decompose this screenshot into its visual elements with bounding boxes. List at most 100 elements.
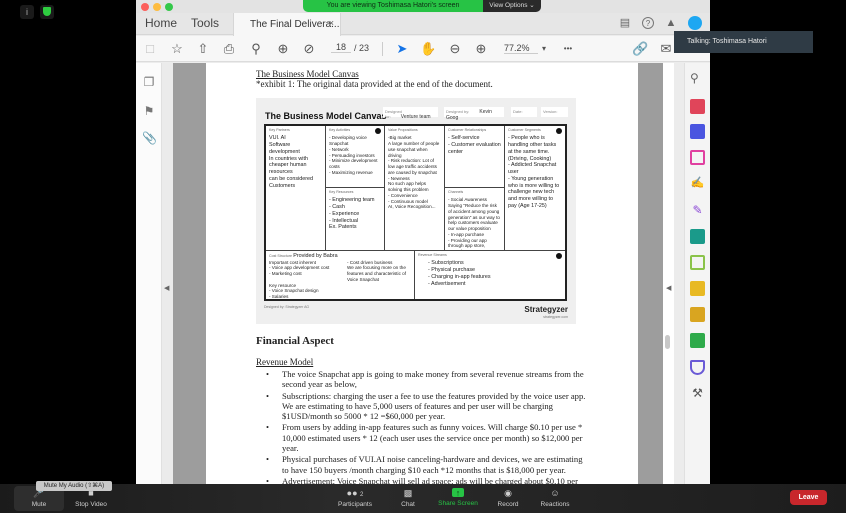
bullet-item: The voice Snapchat app is going to make … [256,369,586,390]
canvas-line: - Risk reduction: Lot of low age traffic… [388,158,437,175]
zoom-dropdown-icon[interactable]: ▾ [536,41,552,57]
date-box: Date: [511,107,537,117]
fill-sign-icon[interactable]: ✍ [690,176,705,191]
revenue-model-heading: Revenue Model [256,357,314,367]
reactions-button[interactable]: ☺ Reactions [535,486,575,508]
canvas-footer-credit: Designed by: Strategyzer AG [264,305,310,309]
notification-bell-icon[interactable]: ▲ [664,16,678,30]
next-page-icon[interactable]: ⊘ [301,41,317,57]
export-pdf-icon[interactable] [690,124,705,139]
toolbar: □ ☆ ⇧ ⎙ ⚲ ⊕ ⊘ 18 / 23 ➤ ✋ ⊖ ⊕ 77.2% ▾ ••… [136,36,710,62]
account-avatar[interactable] [688,16,702,30]
mute-tooltip: Mute My Audio (⇧⌘A) [36,481,112,491]
comment-file-icon[interactable] [690,281,705,296]
strategyzer-url: strategyzer.com [543,315,568,319]
canvas-line: can be considered [269,175,314,182]
canvas-grid: Key Partners VUI. AI Software development… [264,124,567,301]
tabs-bar: Home Tools The Final Delivera... × ▤ ? ▲ [136,13,710,36]
reactions-icon: ☺ [550,488,560,498]
canvas-line: AI, Voice Recognition... [388,204,436,210]
encryption-shield-icon[interactable] [40,5,54,19]
participants-button[interactable]: ●● 2 Participants [330,486,380,508]
close-tab-icon[interactable]: × [329,18,334,28]
previous-page-icon[interactable]: ⊕ [275,41,291,57]
page-number-input[interactable]: 18 [331,42,351,53]
bookmark-star-icon[interactable]: ☆ [169,41,185,57]
meeting-controls-bar: 🎤 Mute ■ Stop Video ●● 2 Participants ▩ … [0,484,846,513]
leave-meeting-button[interactable]: Leave [790,490,827,505]
bullet-item: Physical purchases of VUI.AI noise cance… [256,454,586,475]
document-tab-title: The Final Delivera... [250,19,340,30]
right-tools-pane: ⚲ ✍ ✎ ⚒ [684,63,710,490]
minimize-window-button[interactable] [153,3,161,11]
canvas-line: Software development [269,142,300,155]
cell-cost-structure: Cost Structure Provided by Babra Importa… [266,251,415,299]
acrobat-window: Home Tools The Final Delivera... × ▤ ? ▲… [136,0,710,490]
vertical-scrollbar-thumb[interactable] [665,335,670,349]
canvas-line: - Providing our app through app store, S… [448,237,487,250]
designed-for-box: Designed for: Venture team [383,107,438,120]
share-screen-icon: ↑ [452,488,464,498]
comment-icon[interactable] [690,307,705,322]
canvas-line: - Charging in-app features [428,273,491,280]
cell-key-activities: Key Activities - Developing voice Snapch… [326,126,385,188]
attachments-paperclip-icon[interactable]: 📎 [142,131,157,145]
hand-tool-icon[interactable]: ✋ [420,41,436,57]
maximize-window-button[interactable] [165,3,173,11]
tab-tools[interactable]: Tools [191,16,219,30]
exhibit-note: *exhibit 1: The original data provided a… [256,79,493,89]
zoom-level-input[interactable]: 77.2% [504,43,538,54]
collapse-left-arrow-icon[interactable]: ◀ [164,284,169,292]
zoom-in-icon[interactable]: ⊕ [473,41,489,57]
help-icon[interactable]: ? [642,17,654,29]
print-production-icon[interactable] [690,333,705,348]
find-zoom-tool-icon[interactable]: ⚲ [690,71,705,86]
right-pane-collapse-strip[interactable]: ◀ [663,63,674,490]
compare-files-icon[interactable] [690,255,705,270]
more-tools-wrench-icon[interactable]: ⚒ [690,386,705,401]
cell-value-propositions: Value Propositions -Big market A large nu… [385,126,445,251]
search-zoom-icon[interactable]: ⚲ [248,41,264,57]
comment-icon[interactable]: ▤ [618,16,632,30]
chat-icon: ▩ [403,488,413,498]
view-options-button[interactable]: View Options ⌄ [483,0,541,12]
email-icon[interactable]: ✉ [658,41,674,57]
pdf-page: The Business Model Canvas *exhibit 1: Th… [206,63,638,490]
canvas-line: - People who is handling other tasks at … [508,135,557,162]
share-link-icon[interactable]: 🔗 [632,41,648,57]
canvas-line: A large number of people use snapchat wh… [388,141,440,158]
send-for-review-icon[interactable] [690,229,705,244]
left-pane-collapse-strip[interactable]: ◀ [162,63,173,490]
share-screen-button[interactable]: ↑ Share Screen [432,486,484,507]
meeting-info-icon[interactable]: i [20,5,34,19]
edit-pdf-icon[interactable]: ✎ [690,203,705,218]
chat-button[interactable]: ▩ Chat [390,486,426,508]
create-pdf-icon[interactable] [690,99,705,114]
select-cursor-icon[interactable]: ➤ [394,41,410,57]
cell-key-resources: Key Resources - Engineering team - Cash - … [326,188,385,251]
canvas-line: - Cash [329,204,345,211]
cloud-upload-icon[interactable]: ⇧ [195,41,211,57]
financial-section: Financial Aspect Revenue Model The voice… [256,335,586,487]
bookmarks-icon[interactable]: ⚑ [142,104,156,118]
canvas-line: - Customer evaluation center [448,142,501,155]
close-window-button[interactable] [141,3,149,11]
collapse-right-arrow-icon[interactable]: ◀ [666,284,671,292]
strategyzer-logo: Strategyzer [524,305,568,314]
organize-pages-icon[interactable] [690,150,705,165]
tab-home[interactable]: Home [145,16,177,30]
screen-share-banner: You are viewing Toshimasa Hatori's scree… [303,0,483,12]
more-tools-icon[interactable]: ••• [560,41,576,57]
record-button[interactable]: ◉ Record [490,486,526,508]
canvas-line: - Minimize development costs [329,158,378,170]
document-tab[interactable]: The Final Delivera... × [233,13,341,36]
cell-channels: Channels - Social Awareness Saying "Reduc… [445,188,505,251]
zoom-out-icon[interactable]: ⊖ [447,41,463,57]
cell-revenue-streams: Revenue Streams - Subscriptions - Physica… [415,251,565,299]
canvas-line: Customers [269,182,296,189]
print-icon[interactable]: ⎙ [221,41,237,57]
page-thumbnails-icon[interactable]: ❐ [142,75,156,89]
save-icon[interactable]: □ [142,41,158,57]
protect-shield-icon[interactable] [690,360,705,375]
canvas-line: Saying "Reduce the risk of accident amon… [448,203,500,232]
